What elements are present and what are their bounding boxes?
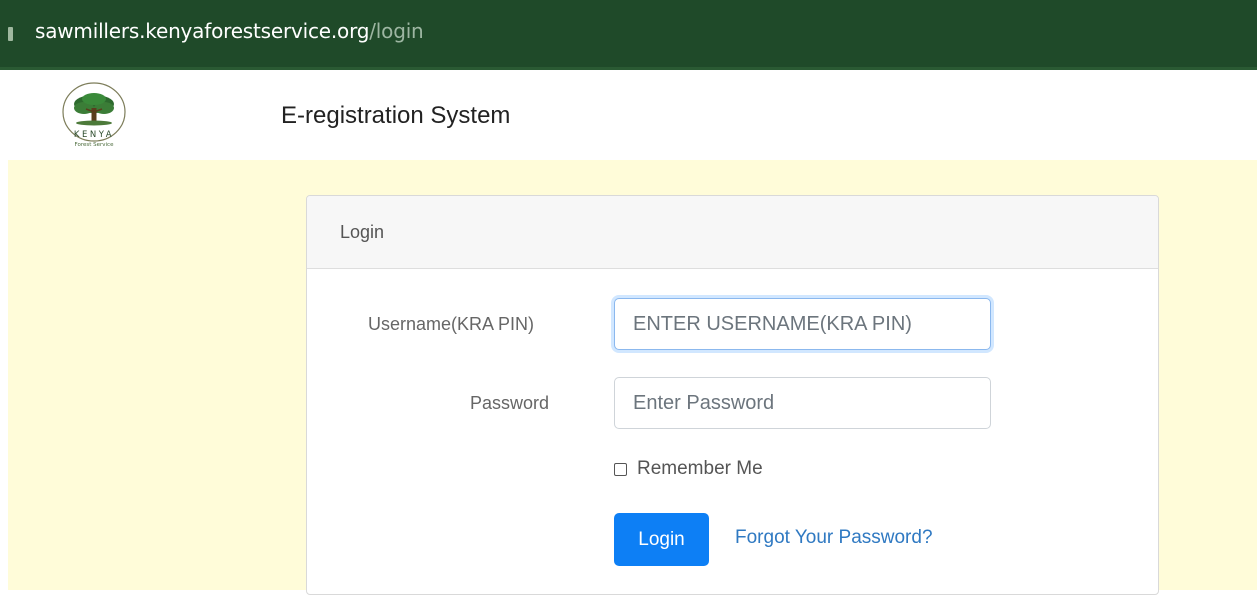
password-input[interactable] <box>614 377 991 429</box>
login-card-title: Login <box>340 222 385 242</box>
remember-me-checkbox[interactable] <box>614 462 627 476</box>
remember-me-label[interactable]: Remember Me <box>637 458 763 480</box>
site-info-icon[interactable] <box>8 27 13 41</box>
username-input[interactable] <box>614 298 991 350</box>
url-text[interactable]: sawmillers.kenyaforestservice.org/login <box>35 19 424 43</box>
url-path: /login <box>369 19 424 43</box>
url-host: sawmillers.kenyaforestservice.org <box>35 19 370 43</box>
forgot-password-link[interactable]: Forgot Your Password? <box>735 527 933 549</box>
kenya-forest-service-logo[interactable]: KENYA Forest Service <box>58 82 130 152</box>
logo-text-forest-service: Forest Service <box>75 142 115 148</box>
username-label: Username(KRA PIN) <box>368 314 535 334</box>
site-header: KENYA Forest Service E-registration Syst… <box>0 70 1257 160</box>
site-title: E-registration System <box>281 102 511 129</box>
tree-logo-icon: KENYA Forest Service <box>62 82 126 148</box>
logo-text-kenya: KENYA <box>74 130 114 140</box>
login-card-header: Login <box>307 196 1158 269</box>
password-label: Password <box>470 393 550 413</box>
remember-me-row[interactable]: Remember Me <box>614 458 763 480</box>
browser-address-bar[interactable]: sawmillers.kenyaforestservice.org/login <box>0 0 1257 70</box>
login-button[interactable]: Login <box>614 513 709 566</box>
